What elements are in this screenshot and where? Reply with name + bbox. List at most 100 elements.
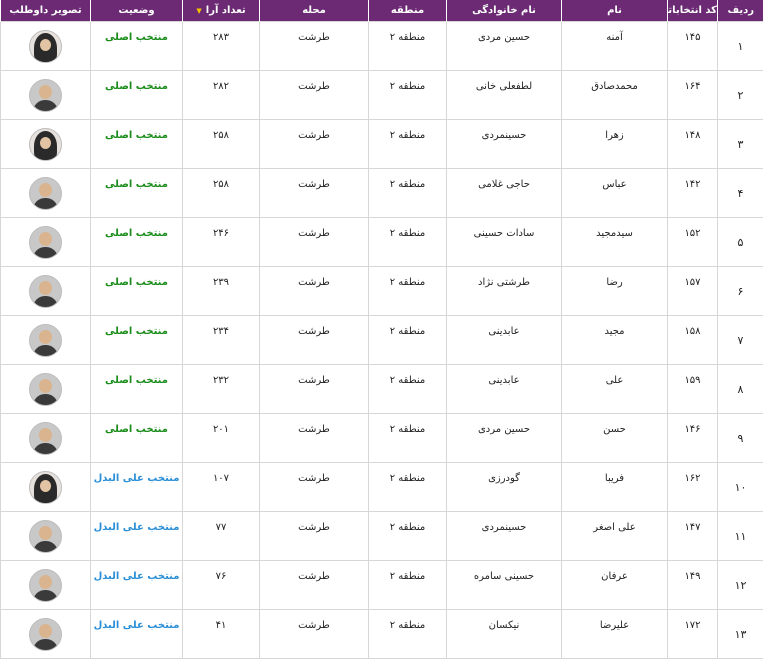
table-row[interactable]: ۳۱۴۸زهراحسینمردیمنطقه ۲طرشت۲۵۸منتخب اصلی <box>1 120 763 169</box>
col-header-code[interactable]: کد انتخاباتی <box>668 0 718 22</box>
code-cell: ۱۶۲ <box>668 463 718 512</box>
district-cell-text: طرشت <box>260 512 368 533</box>
region-cell-text: منطقه ۲ <box>369 610 446 631</box>
district-cell-text: طرشت <box>260 22 368 43</box>
row-number-cell-text: ۱۱ <box>718 530 763 543</box>
candidate-photo-avatar[interactable] <box>29 226 62 259</box>
row-number-cell: ۳ <box>718 120 763 169</box>
status-cell-text: منتخب اصلی <box>91 316 182 337</box>
first-name-cell: حسن <box>562 414 668 463</box>
photo-cell <box>1 22 91 71</box>
candidate-photo-avatar[interactable] <box>29 618 62 651</box>
status-cell-text: منتخب علی البدل <box>91 512 182 533</box>
table-row[interactable]: ۱۳۱۷۲علیرضانیکسانمنطقه ۲طرشت۴۱منتخب علی … <box>1 610 763 659</box>
table-row[interactable]: ۶۱۵۷رضاطرشتی نژادمنطقه ۲طرشت۲۳۹منتخب اصل… <box>1 267 763 316</box>
code-cell: ۱۵۸ <box>668 316 718 365</box>
table-body: ۱۱۴۵آمنهحسین مردیمنطقه ۲طرشت۲۸۳منتخب اصل… <box>1 22 763 659</box>
col-header-photo[interactable]: تصویر داوطلب <box>1 0 91 22</box>
table-row[interactable]: ۱۱۱۴۷علی اصغرحسینمردیمنطقه ۲طرشت۷۷منتخب … <box>1 512 763 561</box>
district-cell-text: طرشت <box>260 169 368 190</box>
district-cell: طرشت <box>260 120 369 169</box>
first-name-cell-text: رضا <box>562 267 667 288</box>
row-number-cell-text: ۸ <box>718 383 763 396</box>
code-cell: ۱۵۷ <box>668 267 718 316</box>
photo-cell <box>1 218 91 267</box>
code-cell: ۱۴۶ <box>668 414 718 463</box>
candidate-photo-avatar[interactable] <box>29 373 62 406</box>
votes-cell-text: ۲۳۴ <box>183 316 259 337</box>
status-cell-text: منتخب علی البدل <box>91 610 182 631</box>
col-header-votes-label: تعداد آرا <box>206 5 246 16</box>
district-cell: طرشت <box>260 169 369 218</box>
row-number-cell-text: ۱۲ <box>718 579 763 592</box>
photo-cell <box>1 71 91 120</box>
status-cell-text: منتخب اصلی <box>91 71 182 92</box>
candidate-photo-avatar[interactable] <box>29 471 62 504</box>
votes-cell-text: ۲۸۳ <box>183 22 259 43</box>
district-cell-text: طرشت <box>260 561 368 582</box>
last-name-cell-text: حسینمردی <box>447 512 561 533</box>
region-cell: منطقه ۲ <box>369 169 447 218</box>
table-row[interactable]: ۷۱۵۸مجیدعابدینیمنطقه ۲طرشت۲۳۴منتخب اصلی <box>1 316 763 365</box>
table-row[interactable]: ۹۱۴۶حسنحسین مردیمنطقه ۲طرشت۲۰۱منتخب اصلی <box>1 414 763 463</box>
col-header-status[interactable]: وضعیت <box>91 0 183 22</box>
district-cell: طرشت <box>260 267 369 316</box>
district-cell: طرشت <box>260 22 369 71</box>
table-row[interactable]: ۴۱۴۲عباسحاجی غلامیمنطقه ۲طرشت۲۵۸منتخب اص… <box>1 169 763 218</box>
votes-cell-text: ۴۱ <box>183 610 259 631</box>
code-cell-text: ۱۶۲ <box>668 463 717 484</box>
district-cell-text: طرشت <box>260 218 368 239</box>
region-cell-text: منطقه ۲ <box>369 22 446 43</box>
status-cell: منتخب اصلی <box>91 365 183 414</box>
votes-cell-text: ۲۳۹ <box>183 267 259 288</box>
status-cell: منتخب علی البدل <box>91 561 183 610</box>
status-cell: منتخب اصلی <box>91 414 183 463</box>
col-header-region[interactable]: منطقه <box>369 0 447 22</box>
code-cell-text: ۱۴۸ <box>668 120 717 141</box>
status-cell-text: منتخب اصلی <box>91 365 182 386</box>
col-header-last-name[interactable]: نام خانوادگی <box>447 0 562 22</box>
last-name-cell: عابدینی <box>447 365 562 414</box>
code-cell-text: ۱۵۹ <box>668 365 717 386</box>
code-cell-text: ۱۵۸ <box>668 316 717 337</box>
col-header-first-name[interactable]: نام <box>562 0 668 22</box>
district-cell: طرشت <box>260 414 369 463</box>
table-row[interactable]: ۱۱۴۵آمنهحسین مردیمنطقه ۲طرشت۲۸۳منتخب اصل… <box>1 22 763 71</box>
district-cell-text: طرشت <box>260 316 368 337</box>
district-cell-text: طرشت <box>260 71 368 92</box>
table-row[interactable]: ۸۱۵۹علیعابدینیمنطقه ۲طرشت۲۳۲منتخب اصلی <box>1 365 763 414</box>
code-cell-text: ۱۷۲ <box>668 610 717 631</box>
region-cell-text: منطقه ۲ <box>369 463 446 484</box>
candidate-photo-avatar[interactable] <box>29 177 62 210</box>
table-row[interactable]: ۵۱۵۲سیدمجیدسادات حسینیمنطقه ۲طرشت۲۴۶منتخ… <box>1 218 763 267</box>
table-row[interactable]: ۱۲۱۴۹عرفانحسینی سامرهمنطقه ۲طرشت۷۶منتخب … <box>1 561 763 610</box>
first-name-cell-text: علی اصغر <box>562 512 667 533</box>
candidate-photo-avatar[interactable] <box>29 520 62 553</box>
col-header-district[interactable]: محله <box>260 0 369 22</box>
region-cell: منطقه ۲ <box>369 610 447 659</box>
candidate-photo-avatar[interactable] <box>29 30 62 63</box>
row-number-cell-text: ۷ <box>718 334 763 347</box>
candidate-photo-avatar[interactable] <box>29 275 62 308</box>
sort-down-icon[interactable]: ▼ <box>196 7 201 15</box>
candidate-photo-avatar[interactable] <box>29 422 62 455</box>
code-cell-text: ۱۴۶ <box>668 414 717 435</box>
code-cell: ۱۷۲ <box>668 610 718 659</box>
candidate-photo-avatar[interactable] <box>29 569 62 602</box>
col-header-votes[interactable]: تعداد آرا ▼ <box>183 0 260 22</box>
first-name-cell-text: زهرا <box>562 120 667 141</box>
status-cell: منتخب اصلی <box>91 316 183 365</box>
first-name-cell-text: علی <box>562 365 667 386</box>
votes-cell-text: ۷۶ <box>183 561 259 582</box>
votes-cell: ۲۳۴ <box>183 316 260 365</box>
status-cell: منتخب اصلی <box>91 267 183 316</box>
first-name-cell-text: محمدصادق <box>562 71 667 92</box>
col-header-row-number[interactable]: ردیف <box>718 0 763 22</box>
votes-cell: ۲۸۳ <box>183 22 260 71</box>
last-name-cell-text: حسینی سامره <box>447 561 561 582</box>
candidate-photo-avatar[interactable] <box>29 128 62 161</box>
table-row[interactable]: ۱۰۱۶۲فریباگودرزیمنطقه ۲طرشت۱۰۷منتخب علی … <box>1 463 763 512</box>
table-row[interactable]: ۲۱۶۴محمدصادقلطفعلی خانیمنطقه ۲طرشت۲۸۲منت… <box>1 71 763 120</box>
candidate-photo-avatar[interactable] <box>29 324 62 357</box>
candidate-photo-avatar[interactable] <box>29 79 62 112</box>
